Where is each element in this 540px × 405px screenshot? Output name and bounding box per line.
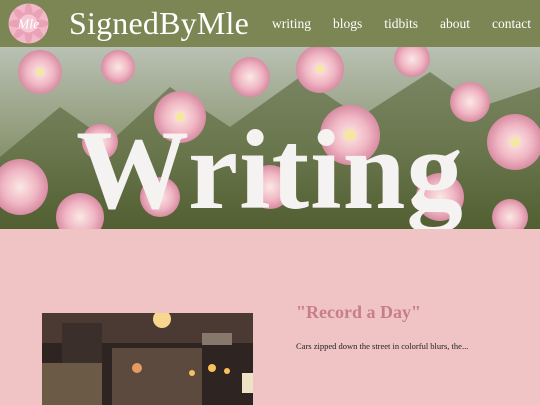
nav-blogs[interactable]: blogs [333,15,362,33]
hero-title: Writing [76,108,464,230]
main-nav: writing blogs tidbits about contact [272,15,540,33]
post-title[interactable]: "Record a Day" [296,302,421,323]
nav-writing[interactable]: writing [272,15,311,33]
post-excerpt: Cars zipped down the street in colorful … [296,341,469,351]
top-navigation-bar: Mle SignedByMle writing blogs tidbits ab… [0,0,540,47]
logo-text: Mle [17,18,40,33]
nav-tidbits[interactable]: tidbits [384,15,418,33]
post-thumbnail[interactable] [42,313,253,405]
hero-banner: Writing [0,47,540,229]
brand-title[interactable]: SignedByMle [69,3,249,44]
nav-contact[interactable]: contact [492,15,531,33]
site-logo[interactable]: Mle [8,3,49,44]
nav-about[interactable]: about [440,15,470,33]
